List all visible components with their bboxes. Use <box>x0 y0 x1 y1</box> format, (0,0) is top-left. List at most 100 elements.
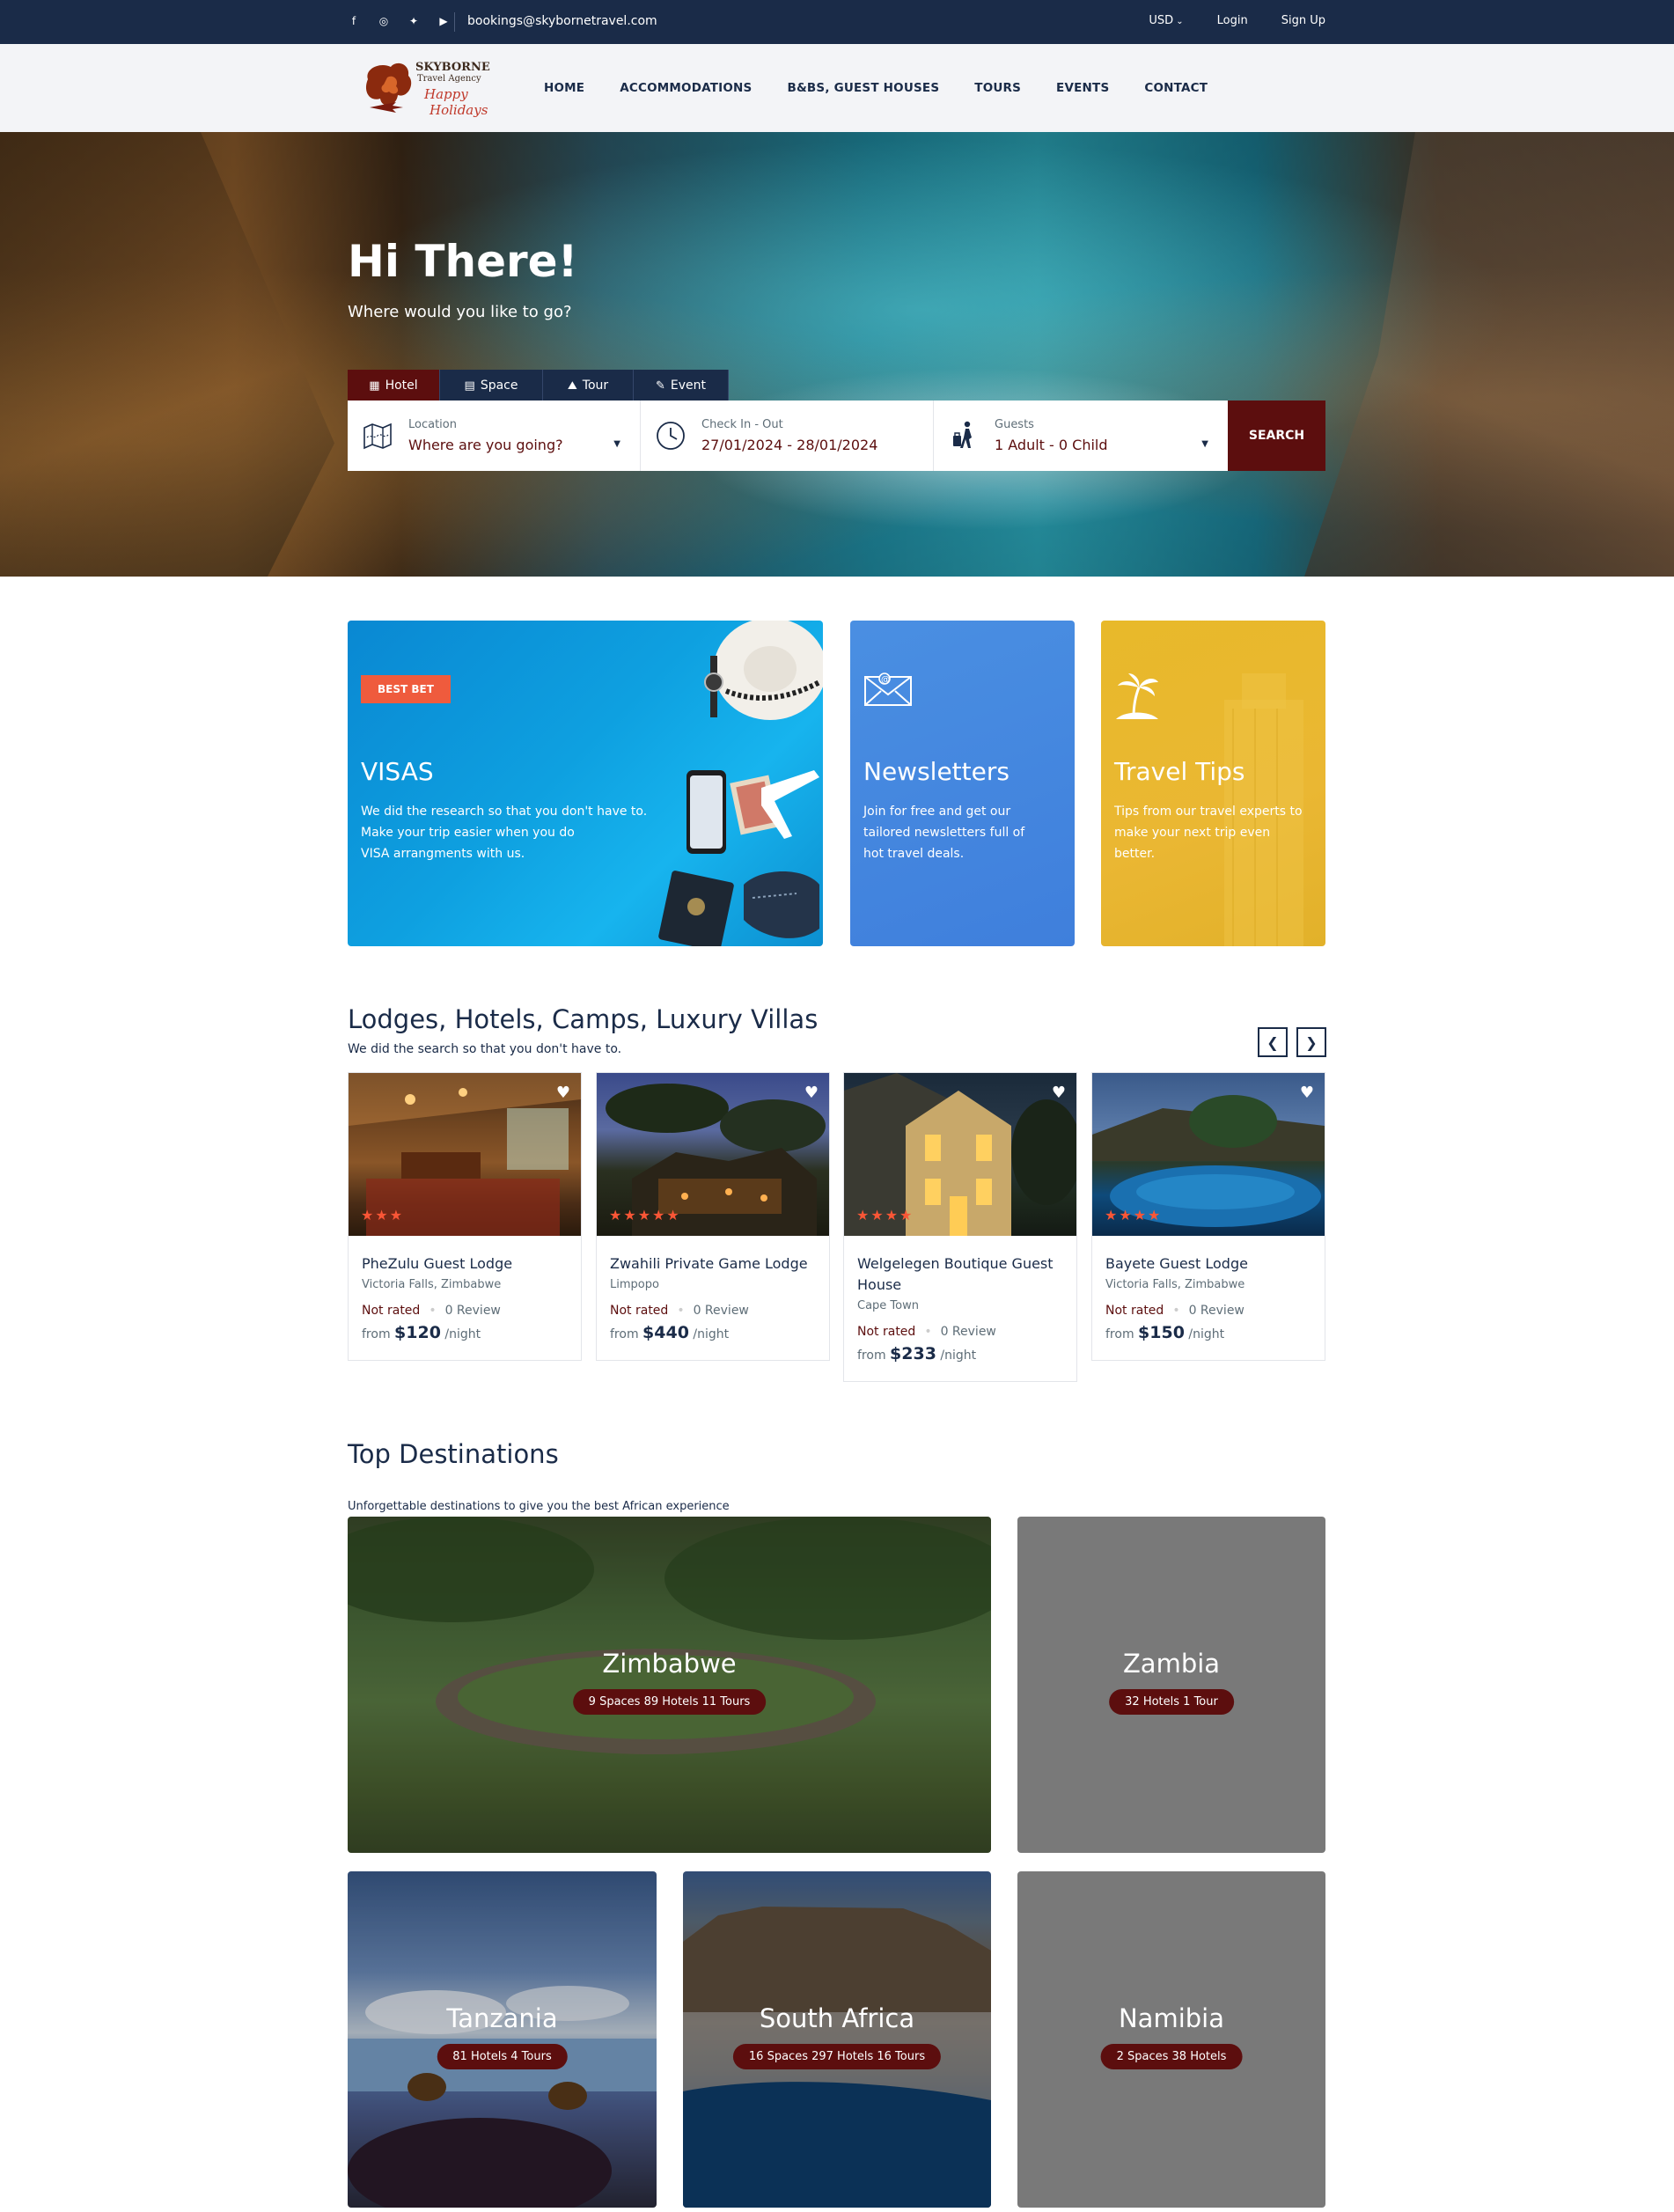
nav-home[interactable]: HOME <box>544 81 584 95</box>
lodges-title: Lodges, Hotels, Camps, Luxury Villas <box>348 1004 819 1034</box>
envelope-icon: @ <box>864 672 912 706</box>
destination-card-south-africa[interactable]: South Africa 16 Spaces 297 Hotels 16 Tou… <box>683 1871 991 2208</box>
heart-icon[interactable]: ♥ <box>1052 1084 1066 1102</box>
instagram-icon[interactable]: ◎ <box>378 15 390 27</box>
map-icon <box>363 423 392 450</box>
newsletters-title: Newsletters <box>863 757 1010 786</box>
nav-bnbs-guest-houses[interactable]: B&BS, GUEST HOUSES <box>787 81 939 95</box>
guests-input[interactable]: 1 Adult - 0 Child <box>995 437 1108 453</box>
hotel-name[interactable]: Welgelegen Boutique Guest House <box>857 1253 1063 1296</box>
guests-field[interactable]: Guests 1 Adult - 0 Child ▼ <box>934 401 1228 471</box>
destination-stats: 16 Spaces 297 Hotels 16 Tours <box>732 2044 942 2069</box>
account-links: USD Login Sign Up <box>1149 14 1325 27</box>
destination-name: Tanzania <box>446 2003 558 2033</box>
hero-title: Hi There! <box>348 236 578 287</box>
site-logo[interactable]: SKYBORNE Travel Agency Happy Holidays <box>361 53 493 123</box>
currency-selector[interactable]: USD <box>1149 14 1183 27</box>
destination-card-zimbabwe[interactable]: Zimbabwe 9 Spaces 89 Hotels 11 Tours <box>348 1517 991 1853</box>
svg-text:Holidays: Holidays <box>429 102 488 118</box>
caret-down-icon: ▼ <box>1201 439 1208 449</box>
hotel-card[interactable]: ♥ ★★★★★ Zwahili Private Game Lodge Limpo… <box>596 1072 830 1361</box>
star-rating: ★★★★ <box>1105 1207 1163 1224</box>
destination-card-zambia[interactable]: Zambia 32 Hotels 1 Tour <box>1017 1517 1325 1853</box>
search-tabs: ▦ Hotel ▤ Space ⛰ Tour ✎ Event <box>348 370 729 401</box>
contact-email[interactable]: bookings@skybornetravel.com <box>467 14 657 28</box>
twitter-icon[interactable]: ✦ <box>407 15 420 27</box>
hotel-location: Limpopo <box>610 1278 659 1291</box>
next-arrow-icon[interactable]: ❯ <box>1296 1027 1326 1057</box>
rating-status: Not rated <box>610 1304 669 1318</box>
tab-event[interactable]: ✎ Event <box>634 370 729 401</box>
heart-icon[interactable]: ♥ <box>1300 1084 1314 1102</box>
nav-events[interactable]: EVENTS <box>1056 81 1109 95</box>
tab-tour[interactable]: ⛰ Tour <box>543 370 634 401</box>
star-rating: ★★★ <box>361 1207 405 1224</box>
hotel-price: $233 <box>890 1344 936 1363</box>
tab-space[interactable]: ▤ Space <box>440 370 543 401</box>
hotel-price: $440 <box>642 1323 689 1342</box>
location-input[interactable]: Where are you going? <box>408 437 563 453</box>
destination-name: South Africa <box>759 2003 915 2033</box>
login-link[interactable]: Login <box>1217 14 1248 27</box>
search-form: Location Where are you going? ▼ Check In… <box>348 401 1325 471</box>
hotel-image: ♥ ★★★ <box>349 1073 581 1236</box>
destination-stats: 9 Spaces 89 Hotels 11 Tours <box>572 1689 767 1715</box>
hotel-location: Victoria Falls, Zimbabwe <box>362 1278 502 1291</box>
hotel-location: Victoria Falls, Zimbabwe <box>1105 1278 1245 1291</box>
destination-stats: 32 Hotels 1 Tour <box>1109 1689 1234 1715</box>
destination-name: Zambia <box>1122 1649 1221 1679</box>
hotel-location: Cape Town <box>857 1299 919 1312</box>
rating-status: Not rated <box>362 1304 421 1318</box>
hero-banner: Hi There! Where would you like to go? ▦ … <box>0 132 1674 577</box>
hotel-price: $150 <box>1138 1323 1185 1342</box>
destination-card-namibia[interactable]: Namibia 2 Spaces 38 Hotels <box>1017 1871 1325 2208</box>
best-bet-badge: BEST BET <box>361 675 451 703</box>
signup-link[interactable]: Sign Up <box>1281 14 1325 27</box>
review-count: 0 Review <box>1188 1304 1244 1318</box>
search-button[interactable]: SEARCH <box>1228 401 1325 471</box>
svg-text:Happy: Happy <box>423 86 468 102</box>
hotel-name[interactable]: PheZulu Guest Lodge <box>362 1253 568 1275</box>
facebook-icon[interactable]: f <box>348 15 360 27</box>
destination-card-tanzania[interactable]: Tanzania 81 Hotels 4 Tours <box>348 1871 657 2208</box>
destination-name: Namibia <box>1118 2003 1224 2033</box>
star-rating: ★★★★ <box>856 1207 914 1224</box>
destination-name: Zimbabwe <box>602 1649 737 1679</box>
visas-text: We did the research so that you don't ha… <box>361 805 648 861</box>
hotel-name[interactable]: Zwahili Private Game Lodge <box>610 1253 816 1275</box>
dates-field[interactable]: Check In - Out 27/01/2024 - 28/01/2024 <box>641 401 934 471</box>
hotel-card[interactable]: ♥ ★★★ PheZulu Guest Lodge Victoria Falls… <box>348 1072 582 1361</box>
heart-icon[interactable]: ♥ <box>804 1084 819 1102</box>
travel-tips-card[interactable]: Travel Tips Tips from our travel experts… <box>1101 621 1325 946</box>
newsletters-card[interactable]: @ Newsletters Join for free and get our … <box>850 621 1075 946</box>
building-icon: ▦ <box>369 378 380 393</box>
destinations-subtitle: Unforgettable destinations to give you t… <box>348 1500 730 1513</box>
svg-text:@: @ <box>881 675 890 685</box>
palm-island-icon <box>1116 673 1158 719</box>
travel-tips-title: Travel Tips <box>1114 757 1245 786</box>
nav-tours[interactable]: TOURS <box>974 81 1021 95</box>
main-nav: HOME ACCOMMODATIONS B&BS, GUEST HOUSES T… <box>544 81 1243 95</box>
svg-text:SKYBORNE: SKYBORNE <box>415 61 490 74</box>
dates-input[interactable]: 27/01/2024 - 28/01/2024 <box>701 437 877 453</box>
youtube-icon[interactable]: ▶ <box>437 15 450 27</box>
visas-card[interactable]: BEST BET VISAS We did the research so th… <box>348 621 823 946</box>
location-field[interactable]: Location Where are you going? ▼ <box>348 401 641 471</box>
traveler-icon <box>953 421 972 448</box>
lodges-subtitle: We did the search so that you don't have… <box>348 1042 622 1056</box>
hotel-card[interactable]: ♥ ★★★★ Welgelegen Boutique Guest House C… <box>843 1072 1077 1382</box>
travel-tips-text: Tips from our travel experts to make you… <box>1114 805 1303 861</box>
visas-title: VISAS <box>361 757 434 786</box>
destination-stats: 81 Hotels 4 Tours <box>437 2044 568 2069</box>
nav-contact[interactable]: CONTACT <box>1144 81 1208 95</box>
apartment-icon: ▤ <box>464 378 475 393</box>
tab-hotel[interactable]: ▦ Hotel <box>348 370 440 401</box>
prev-arrow-icon[interactable]: ❮ <box>1258 1027 1288 1057</box>
hotel-card[interactable]: ♥ ★★★★ Bayete Guest Lodge Victoria Falls… <box>1091 1072 1325 1361</box>
nav-accommodations[interactable]: ACCOMMODATIONS <box>620 81 752 95</box>
heart-icon[interactable]: ♥ <box>556 1084 570 1102</box>
divider <box>454 12 455 32</box>
hotel-image: ♥ ★★★★★ <box>597 1073 829 1236</box>
hotel-name[interactable]: Bayete Guest Lodge <box>1105 1253 1311 1275</box>
ticket-icon: ✎ <box>655 378 665 393</box>
